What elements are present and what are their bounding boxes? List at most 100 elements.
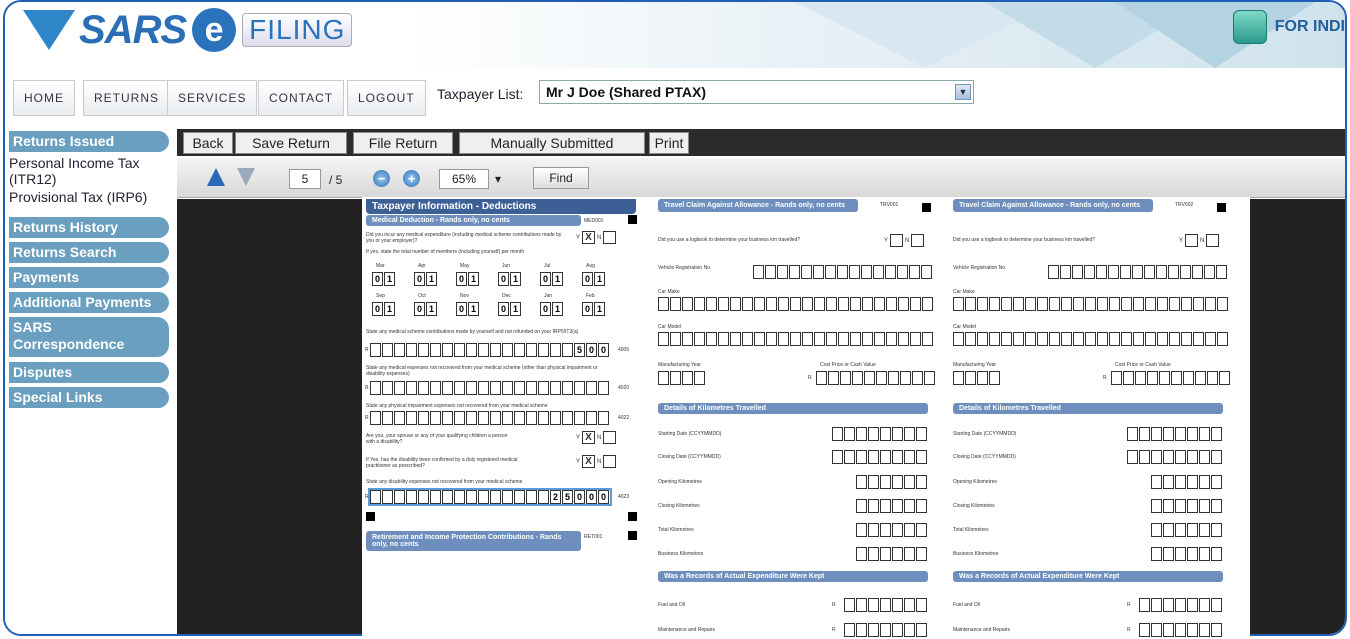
for-individuals-link[interactable]: FOR INDI	[1232, 10, 1345, 44]
month-members-field[interactable]: 01	[456, 272, 480, 286]
mfg-year-field[interactable]	[953, 371, 1001, 385]
sidebar-returns-search[interactable]: Returns Search	[9, 242, 169, 263]
car-make-label: Car Make	[953, 289, 975, 295]
digit-box	[1207, 371, 1218, 385]
save-return-button[interactable]: Save Return	[235, 132, 347, 154]
logbook-yes-checkbox[interactable]	[890, 234, 904, 247]
sidebar-returns-issued[interactable]: Returns Issued	[9, 131, 169, 152]
sidebar-returns-history[interactable]: Returns History	[9, 217, 169, 238]
closing-km-field[interactable]	[1151, 499, 1223, 513]
physical-amount-field[interactable]	[370, 411, 610, 425]
zoom-out-icon[interactable]: −	[373, 170, 390, 187]
confirmed-yes-checkbox[interactable]: X	[582, 455, 596, 468]
month-members-field[interactable]: 01	[498, 302, 522, 316]
nav-home[interactable]: HOME	[13, 80, 75, 116]
disability-yes-checkbox[interactable]: X	[582, 431, 596, 444]
month-members-field[interactable]: 01	[372, 272, 396, 286]
mfg-year-field[interactable]	[658, 371, 706, 385]
chevron-down-icon[interactable]: ▼	[955, 84, 971, 100]
opening-km-label: Opening Kilometres	[953, 479, 997, 485]
digit-box	[1175, 450, 1186, 464]
disability-amount-field[interactable]: 25000	[368, 488, 612, 506]
month-members-field[interactable]: 01	[582, 302, 606, 316]
confirmed-no-checkbox[interactable]	[603, 455, 617, 468]
sidebar-sars-correspondence[interactable]: SARS Correspondence	[9, 317, 169, 357]
month-members-field[interactable]: 01	[582, 272, 606, 286]
maintenance-field[interactable]	[1139, 623, 1223, 637]
sidebar-special-links[interactable]: Special Links	[9, 387, 169, 408]
previous-page-icon[interactable]	[207, 168, 225, 186]
closing-km-field[interactable]	[856, 499, 928, 513]
zoom-level-input[interactable]: 65%	[439, 169, 489, 189]
month-members-field[interactable]: 01	[498, 272, 522, 286]
digit-box	[838, 332, 849, 346]
cost-price-label: Cost Price or Cash Value	[1115, 362, 1171, 368]
fuel-field[interactable]	[1139, 598, 1223, 612]
month-members-field[interactable]: 01	[414, 302, 438, 316]
sidebar-additional-payments[interactable]: Additional Payments	[9, 292, 169, 313]
business-km-field[interactable]	[1151, 547, 1223, 561]
month-label: Jan	[544, 293, 553, 299]
nav-contact[interactable]: CONTACT	[258, 80, 345, 116]
contrib-amount-field[interactable]: 500	[370, 343, 610, 357]
digit-box	[856, 450, 867, 464]
cost-price-field[interactable]	[1111, 371, 1231, 385]
cost-price-field[interactable]	[816, 371, 936, 385]
find-button[interactable]: Find	[533, 167, 589, 189]
maintenance-field[interactable]	[844, 623, 928, 637]
close-date-field[interactable]	[832, 450, 928, 464]
start-date-field[interactable]	[832, 427, 928, 441]
digit-box	[916, 547, 927, 561]
taxpayer-select[interactable]: Mr J Doe (Shared PTAX) ▼	[539, 80, 974, 104]
digit-box	[874, 297, 885, 311]
sidebar-personal-income-tax[interactable]: Personal Income Tax (ITR12)	[9, 155, 169, 187]
medical-no-checkbox[interactable]	[603, 231, 617, 244]
sidebar-payments[interactable]: Payments	[9, 267, 169, 288]
total-km-field[interactable]	[1151, 523, 1223, 537]
fuel-field[interactable]	[844, 598, 928, 612]
month-members-field[interactable]: 01	[540, 272, 564, 286]
zoom-in-icon[interactable]: +	[403, 170, 420, 187]
car-make-field[interactable]	[658, 297, 934, 311]
car-model-field[interactable]	[658, 332, 934, 346]
month-members-field[interactable]: 01	[456, 302, 480, 316]
sars-efiling-logo[interactable]: SARS e FILING	[23, 4, 353, 56]
month-members-field[interactable]: 01	[372, 302, 396, 316]
month-members-field[interactable]: 01	[414, 272, 438, 286]
car-model-field[interactable]	[953, 332, 1229, 346]
zoom-dropdown-icon[interactable]: ▾	[495, 172, 501, 186]
disability-no-checkbox[interactable]	[603, 431, 617, 444]
month-members-field[interactable]: 01	[540, 302, 564, 316]
business-km-field[interactable]	[856, 547, 928, 561]
next-page-icon[interactable]	[237, 168, 255, 186]
total-km-field[interactable]	[856, 523, 928, 537]
logbook-no-checkbox[interactable]	[911, 234, 925, 247]
logbook-no-checkbox[interactable]	[1206, 234, 1220, 247]
digit-box	[718, 332, 729, 346]
manually-submitted-button[interactable]: Manually Submitted	[459, 132, 645, 154]
back-button[interactable]: Back	[183, 132, 233, 154]
logbook-yes-checkbox[interactable]	[1185, 234, 1199, 247]
nav-returns[interactable]: RETURNS	[83, 80, 171, 116]
print-button[interactable]: Print	[649, 132, 689, 154]
opening-km-field[interactable]	[1151, 475, 1223, 489]
car-model-label: Car Model	[658, 324, 682, 330]
start-date-field[interactable]	[1127, 427, 1223, 441]
sidebar-disputes[interactable]: Disputes	[9, 362, 169, 383]
expenses-amount-field[interactable]	[370, 381, 610, 395]
file-return-button[interactable]: File Return	[353, 132, 453, 154]
medical-yes-checkbox[interactable]: X	[582, 231, 596, 244]
rand-sign: R	[1127, 627, 1131, 633]
digit-box	[1199, 547, 1210, 561]
car-make-field[interactable]	[953, 297, 1229, 311]
sidebar-provisional-tax[interactable]: Provisional Tax (IRP6)	[9, 189, 169, 205]
page-number-input[interactable]: 5	[289, 169, 321, 189]
vehicle-reg-field[interactable]	[1048, 265, 1228, 279]
digit-box	[778, 297, 789, 311]
opening-km-field[interactable]	[856, 475, 928, 489]
vehicle-reg-field[interactable]	[753, 265, 933, 279]
nav-logout[interactable]: LOGOUT	[347, 80, 426, 116]
month-label: Feb	[586, 293, 595, 299]
close-date-field[interactable]	[1127, 450, 1223, 464]
nav-services[interactable]: SERVICES	[167, 80, 258, 116]
